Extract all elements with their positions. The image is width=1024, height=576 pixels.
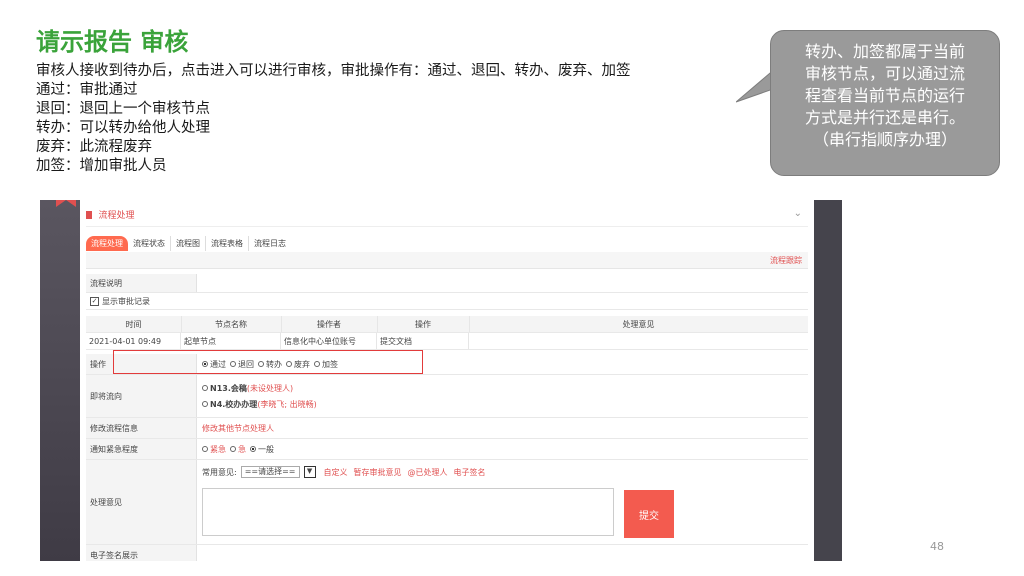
page-number: 48 xyxy=(930,540,944,553)
radio-next-n13[interactable]: N13.会稿 (未设处理人) xyxy=(202,383,293,394)
callout-line: （串行指顺序办理） xyxy=(812,130,957,149)
description-line: 审核人接收到待办后，点击进入可以进行审核，审批操作有：通过、退回、转办、废弃、加… xyxy=(36,63,631,79)
checkbox-checked-icon[interactable]: ✓ xyxy=(90,296,99,306)
show-records-row: ✓ 显示审批记录 xyxy=(86,293,808,310)
records-header: 时间 节点名称 操作者 操作 处理意见 xyxy=(86,316,808,333)
opinion-label: 处理意见 xyxy=(86,460,197,544)
header-opinion: 处理意见 xyxy=(622,319,655,329)
callout-note: 转办、加签都属于当前 审核节点，可以通过流 程查看当前节点的运行 方式是并行还是… xyxy=(770,30,1000,176)
radio-normal[interactable]: 一般 xyxy=(250,444,274,455)
tab-status[interactable]: 流程状态 xyxy=(128,236,171,251)
description-line: 退回：退回上一个审核节点 xyxy=(36,101,210,117)
urgency-label: 通知紧急程度 xyxy=(86,439,197,459)
header-operation: 操作 xyxy=(377,316,470,332)
show-records-wrap[interactable]: ✓ 显示审批记录 xyxy=(86,293,808,309)
panel-title: 流程处理 xyxy=(98,211,135,221)
trace-bar: 流程跟踪 xyxy=(86,252,808,269)
radio-icon xyxy=(202,446,208,452)
description-line: 转办：可以转办给他人处理 xyxy=(36,120,210,136)
radio-urgent[interactable]: 紧急 xyxy=(202,444,226,455)
cell-time: 2021-04-01 09:49 xyxy=(86,333,181,349)
radio-label: 急 xyxy=(238,444,246,454)
table-row: 2021-04-01 09:49 起草节点 信息化中心单位账号 提交文档 xyxy=(86,333,808,350)
screenshot-left-edge xyxy=(40,200,80,561)
cell-node: 起草节点 xyxy=(181,333,281,349)
header-operator: 操作者 xyxy=(281,316,378,332)
document-icon xyxy=(86,210,92,219)
description-row: 流程说明 xyxy=(86,274,808,293)
modify-row: 修改流程信息 修改其他节点处理人 xyxy=(86,418,808,439)
radio-icon xyxy=(230,446,236,452)
opinion-toolbar: 常用意见: ==请选择== ▼ 自定义 暂存审批意见 @已处理人 电子签名 xyxy=(202,466,486,478)
header-time: 时间 xyxy=(86,316,182,332)
urgency-row: 通知紧急程度 紧急 急 一般 xyxy=(86,439,808,460)
description-value xyxy=(198,274,808,292)
callout-line: 转办、加签都属于当前 xyxy=(804,42,965,61)
mention-link[interactable]: @已处理人 xyxy=(408,467,448,478)
tab-bar: 流程处理 流程状态 流程图 流程表格 流程日志 xyxy=(86,236,291,251)
callout-line: 程查看当前节点的运行 xyxy=(804,86,965,105)
common-opinion-label: 常用意见: xyxy=(202,467,237,477)
submit-button[interactable]: 提交 xyxy=(624,490,674,538)
opinion-row: 处理意见 常用意见: ==请选择== ▼ 自定义 暂存审批意见 @已处理人 电子… xyxy=(86,460,808,545)
radio-next-n4[interactable]: N4.校办办理 (李晓飞; 出晓畅) xyxy=(202,399,317,410)
urgency-options: 紧急 急 一般 xyxy=(198,439,808,459)
custom-link[interactable]: 自定义 xyxy=(324,467,348,478)
panel-header: 流程处理 ⌄ xyxy=(86,208,808,227)
workflow-screenshot: 流程处理 ⌄ 流程处理 流程状态 流程图 流程表格 流程日志 流程跟踪 流程说明 ✓ 显… xyxy=(40,200,842,561)
opinion-textarea[interactable] xyxy=(202,488,614,536)
radio-icon xyxy=(202,385,208,391)
radio-selected-icon xyxy=(250,446,256,452)
save-draft-link[interactable]: 暂存审批意见 xyxy=(354,467,402,478)
radio-rush[interactable]: 急 xyxy=(230,444,246,455)
radio-icon xyxy=(202,401,208,407)
signature-label: 电子签名展示 xyxy=(86,545,197,561)
bookmark-icon xyxy=(56,200,76,207)
radio-label: 紧急 xyxy=(210,444,226,454)
radio-label: 一般 xyxy=(258,444,274,454)
tab-diagram[interactable]: 流程图 xyxy=(171,236,206,251)
e-signature-link[interactable]: 电子签名 xyxy=(454,467,486,478)
callout-line: 方式是并行还是串行。 xyxy=(804,108,965,127)
operation-highlight-box xyxy=(113,350,423,374)
show-records-label: 显示审批记录 xyxy=(102,296,150,306)
tab-log[interactable]: 流程日志 xyxy=(249,236,291,251)
chevron-down-icon[interactable]: ⌄ xyxy=(794,208,802,219)
next-flow-label: 即将流向 xyxy=(86,375,197,417)
description-line: 通过：审批通过 xyxy=(36,82,138,98)
signature-row: 电子签名展示 xyxy=(86,545,808,561)
next-flow-row: 即将流向 N13.会稿 (未设处理人) N4.校办办理 (李晓飞; 出晓畅) xyxy=(86,375,808,418)
common-opinion-select[interactable]: ==请选择== xyxy=(240,466,300,478)
description-line: 废弃：此流程废弃 xyxy=(36,139,152,155)
slide-title: 请示报告 审核 xyxy=(36,28,189,56)
trace-link[interactable]: 流程跟踪 xyxy=(770,255,802,266)
next-node-note: (未设处理人) xyxy=(246,383,294,393)
cell-opinion xyxy=(469,333,808,349)
tab-process[interactable]: 流程处理 xyxy=(86,236,128,251)
description-block: 审核人接收到待办后，点击进入可以进行审核，审批操作有：通过、退回、转办、废弃、加… xyxy=(36,62,756,176)
process-panel: 流程处理 ⌄ 流程处理 流程状态 流程图 流程表格 流程日志 流程跟踪 流程说明 ✓ 显… xyxy=(80,200,814,561)
chevron-down-icon[interactable]: ▼ xyxy=(303,466,316,478)
header-node: 节点名称 xyxy=(181,316,282,332)
cell-operation: 提交文档 xyxy=(377,333,469,349)
next-node-note: (李晓飞; 出晓畅) xyxy=(257,399,317,409)
screenshot-right-edge xyxy=(814,200,842,561)
description-label: 流程说明 xyxy=(86,274,197,292)
next-flow-options: N13.会稿 (未设处理人) N4.校办办理 (李晓飞; 出晓畅) xyxy=(198,375,808,417)
modify-link[interactable]: 修改其他节点处理人 xyxy=(198,418,808,438)
callout-line: 审核节点，可以通过流 xyxy=(804,64,965,83)
modify-label: 修改流程信息 xyxy=(86,418,197,438)
description-line: 加签：增加审批人员 xyxy=(36,158,167,174)
tab-table[interactable]: 流程表格 xyxy=(206,236,249,251)
next-node-name: N4.校办办理 xyxy=(210,399,258,409)
next-node-name: N13.会稿 xyxy=(210,383,247,393)
cell-operator: 信息化中心单位账号 xyxy=(281,333,377,349)
